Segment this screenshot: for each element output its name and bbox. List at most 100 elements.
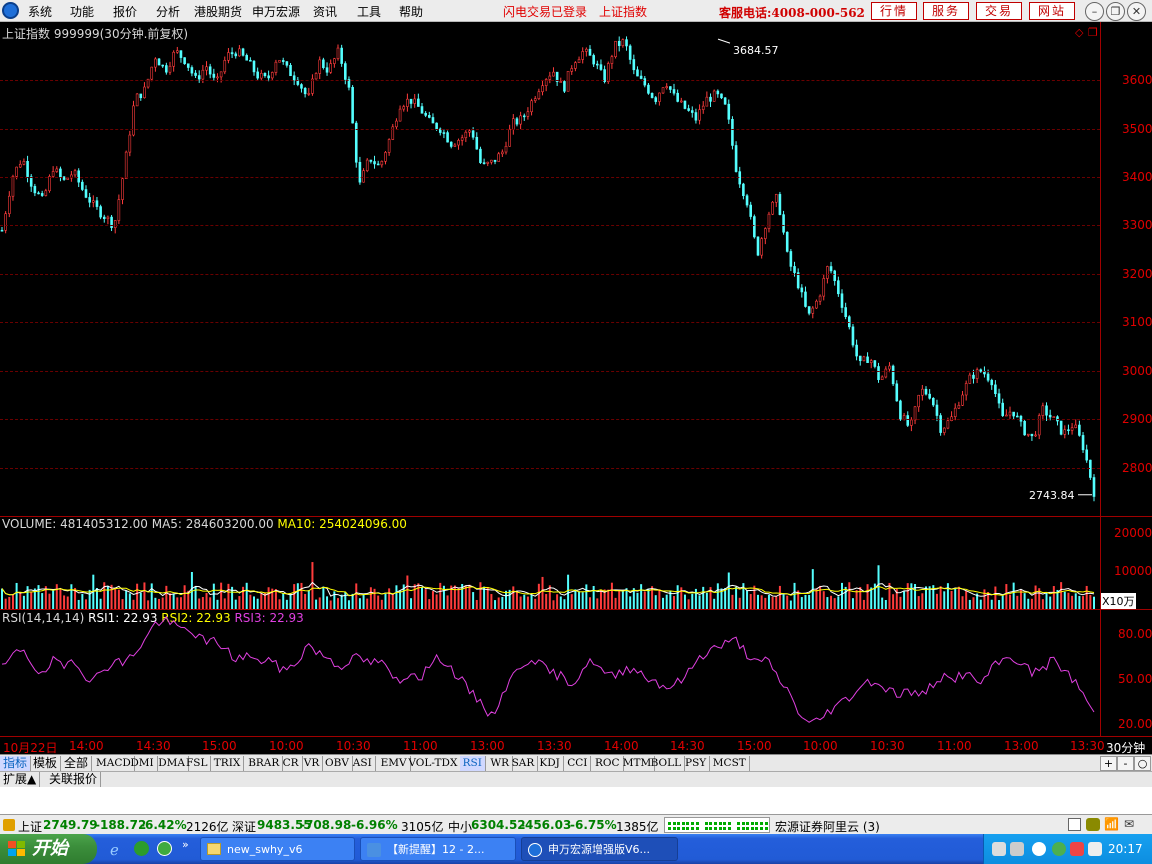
start-button[interactable]: 开始 — [0, 834, 97, 864]
candle-body — [654, 97, 658, 102]
candle-body — [336, 47, 340, 59]
price-chart[interactable] — [0, 22, 1100, 516]
taskbar-item-browser[interactable]: 【新提醒】12 - 2... — [360, 837, 516, 861]
tab-psy[interactable]: PSY — [682, 756, 711, 771]
price-tick-label: 3600 — [1122, 73, 1152, 88]
volume-bar — [52, 589, 55, 609]
volume-bar — [537, 583, 540, 609]
volume-bar — [373, 588, 376, 609]
menu-help[interactable]: 帮助 — [399, 3, 423, 20]
mail-icon[interactable]: ✉ — [1124, 817, 1134, 831]
restore-icon[interactable]: ❐ — [1106, 2, 1125, 21]
trade-button[interactable]: 交易 — [976, 2, 1022, 20]
tab-asi[interactable]: ASI — [350, 756, 376, 771]
volume-bar — [15, 582, 18, 609]
tab-cci[interactable]: CCI — [564, 756, 592, 771]
tab-template[interactable]: 模板 — [30, 756, 62, 771]
tab-vol-tdx[interactable]: VOL-TDX — [405, 756, 462, 771]
minimize-icon[interactable]: – — [1085, 2, 1104, 21]
signal-icon[interactable] — [1086, 818, 1100, 831]
menu-system[interactable]: 系统 — [28, 3, 52, 20]
volume-bar — [570, 594, 573, 609]
candle-body — [921, 388, 924, 396]
candle-body — [815, 300, 818, 309]
tab-boll[interactable]: BOLL — [648, 756, 686, 771]
zoom-out-button[interactable]: - — [1117, 756, 1134, 771]
tab-extend[interactable]: 扩展▲ — [0, 772, 41, 787]
flash-trade-link[interactable]: 闪电交易已登录 — [503, 3, 587, 20]
close-icon[interactable]: ✕ — [1127, 2, 1146, 21]
reset-button[interactable]: ○ — [1134, 756, 1151, 771]
candle-body — [1041, 405, 1045, 416]
tab-sar[interactable]: SAR — [509, 756, 539, 771]
volume-bar — [435, 594, 438, 609]
volume-bar — [1089, 594, 1092, 609]
tab-dmi[interactable]: DMI — [127, 756, 158, 771]
menu-quote[interactable]: 报价 — [113, 3, 137, 20]
tab-fsl[interactable]: FSL — [183, 756, 212, 771]
tab-related-quote[interactable]: 关联报价 — [46, 772, 102, 787]
taskbar-item-folder[interactable]: new_swhy_v6 — [200, 837, 355, 861]
candle-body — [1052, 416, 1056, 418]
taskbar-item-swhy[interactable]: 申万宏源增强版V6... — [521, 837, 678, 861]
menu-swhy[interactable]: 申万宏源 — [252, 3, 300, 20]
tab-trix[interactable]: TRIX — [211, 756, 245, 771]
breadth-segment — [727, 827, 731, 830]
overflow-chevron-icon[interactable]: » — [182, 838, 189, 851]
network-icon[interactable] — [1032, 842, 1046, 856]
volume-bar — [220, 582, 223, 609]
tab-indicator[interactable]: 指标 — [0, 756, 32, 771]
service-button[interactable]: 服务 — [923, 2, 969, 20]
candle-body — [793, 266, 796, 273]
volume-bar — [406, 575, 409, 609]
rsi-chart[interactable] — [0, 610, 1100, 736]
price-tick-label: 3400 — [1122, 169, 1152, 184]
menu-function[interactable]: 功能 — [70, 3, 94, 20]
volume-bar — [136, 583, 139, 609]
tab-all[interactable]: 全部 — [61, 756, 93, 771]
taskbar-item-label: 【新提醒】12 - 2... — [387, 843, 485, 856]
volume-bar — [746, 590, 749, 609]
tab-vr[interactable]: VR — [301, 756, 324, 771]
menu-analysis[interactable]: 分析 — [156, 3, 180, 20]
volume-icon[interactable] — [1088, 842, 1102, 856]
candle-body — [935, 404, 939, 416]
volume-bar — [340, 594, 343, 609]
volume-bar — [833, 598, 836, 609]
candle-body — [475, 136, 479, 150]
tab-rsi[interactable]: RSI — [459, 756, 486, 771]
volume-bar — [822, 591, 825, 609]
menu-tools[interactable]: 工具 — [357, 3, 381, 20]
market-button[interactable]: 行情 — [871, 2, 917, 20]
candle-body — [873, 360, 877, 367]
website-button[interactable]: 网站 — [1029, 2, 1075, 20]
candle-body — [851, 326, 855, 346]
display-icon[interactable] — [1010, 842, 1024, 856]
candle-body — [610, 56, 614, 64]
tab-cr[interactable]: CR — [280, 756, 303, 771]
volume-bar — [972, 597, 975, 609]
antivirus-icon[interactable] — [1070, 842, 1084, 856]
tab-brar[interactable]: BRAR — [245, 756, 284, 771]
menu-news[interactable]: 资讯 — [313, 3, 337, 20]
window-icon[interactable] — [1068, 818, 1081, 831]
tab-obv[interactable]: OBV — [322, 756, 353, 771]
ie-icon[interactable]: ℯ — [110, 841, 119, 859]
green-app-icon[interactable] — [157, 841, 172, 856]
volume-chart[interactable] — [0, 517, 1100, 609]
browser-icon[interactable] — [134, 841, 149, 856]
volume-bar — [22, 595, 25, 609]
broadcast-icon[interactable]: 📶 — [1104, 817, 1119, 831]
menu-hk-futures[interactable]: 港股期货 — [194, 3, 242, 20]
security-icon[interactable] — [1052, 842, 1066, 856]
volume-bar — [610, 582, 613, 609]
tab-mcst[interactable]: MCST — [710, 756, 750, 771]
keyboard-icon[interactable] — [992, 842, 1006, 856]
zoom-in-button[interactable]: + — [1100, 756, 1117, 771]
candle-body — [599, 64, 603, 70]
sh-index-pct: -6.42% — [140, 818, 187, 832]
menubar: 系统 功能 报价 分析 港股期货 申万宏源 资讯 工具 帮助 闪电交易已登录 上… — [0, 0, 1152, 22]
sh-index-link[interactable]: 上证指数 — [599, 3, 647, 20]
volume-bar — [837, 596, 840, 609]
tab-kdj[interactable]: KDJ — [536, 756, 564, 771]
